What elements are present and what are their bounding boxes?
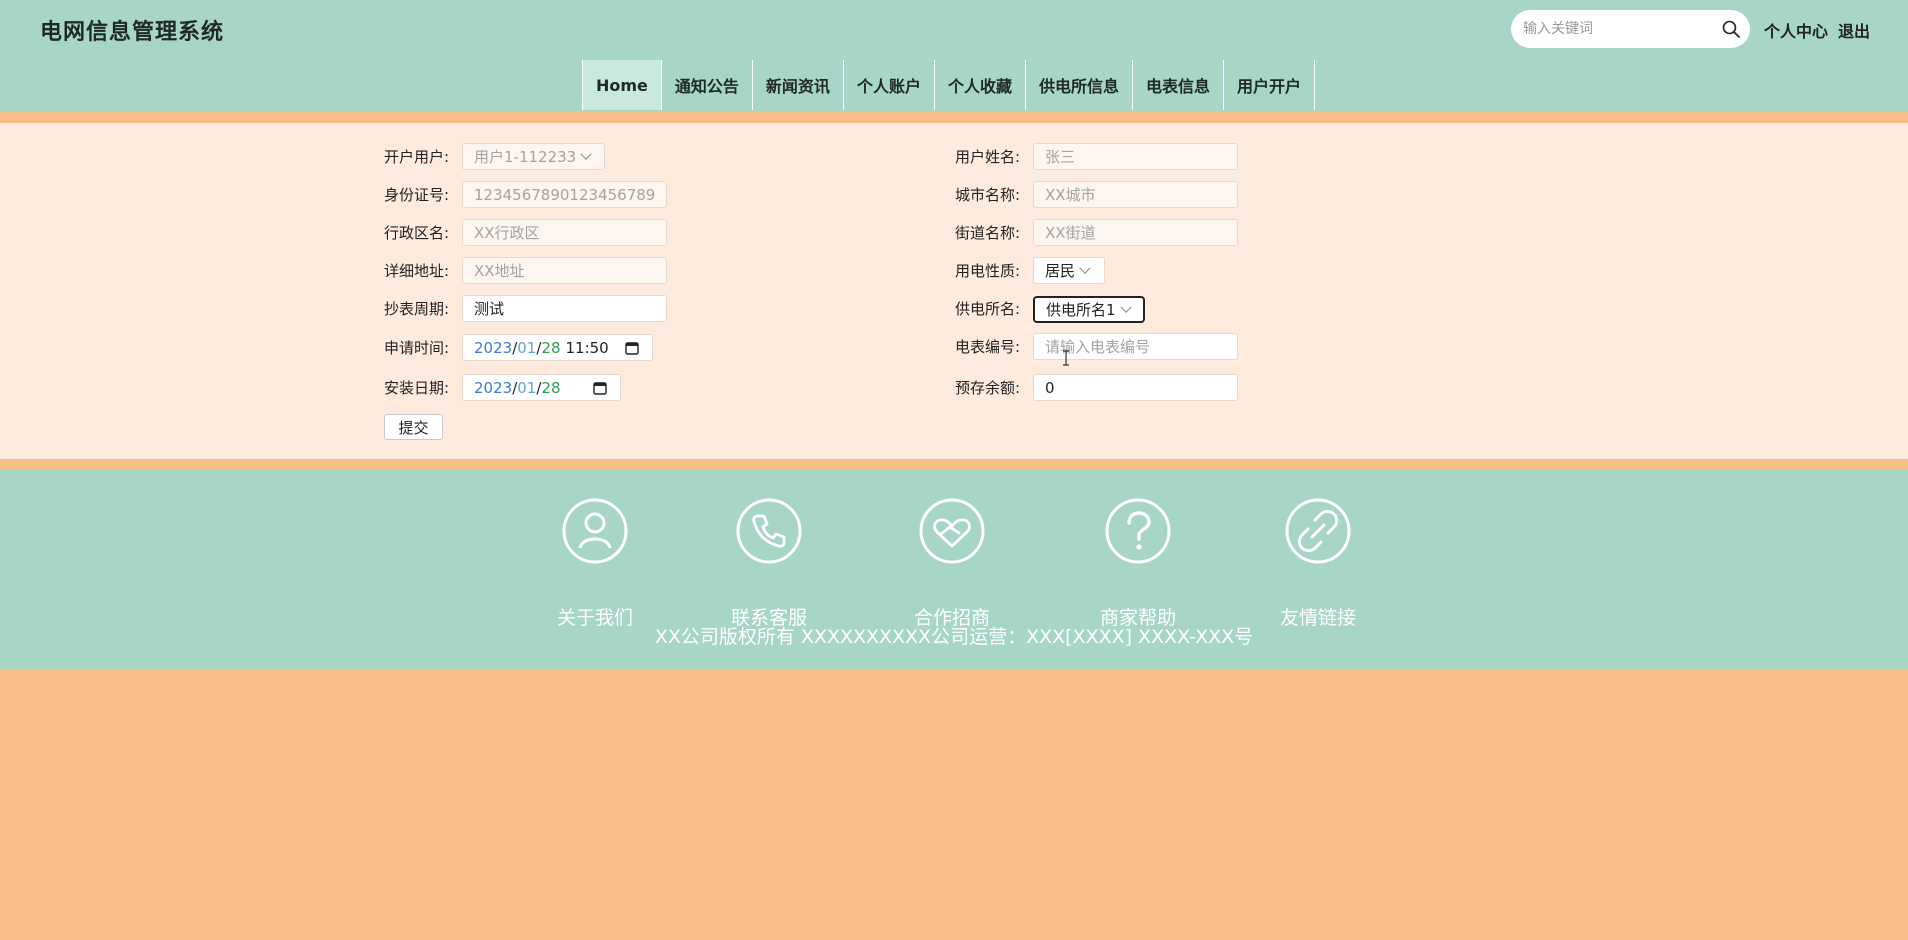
chevron-down-icon: [580, 148, 592, 160]
nav-favorites[interactable]: 个人收藏: [934, 60, 1026, 110]
street-label: 街道名称:: [955, 224, 1021, 242]
open-user-label: 开户用户:: [384, 148, 450, 166]
district-label: 行政区名:: [384, 224, 450, 242]
search-input[interactable]: [1523, 18, 1713, 40]
footer: 关于我们 联系客服 合作招商 商家帮助 友情链接 XX公司版权所有 XXXXXX…: [0, 470, 1908, 669]
user-name-field[interactable]: 张三: [1033, 143, 1238, 170]
city-field[interactable]: XX城市: [1033, 181, 1238, 208]
heart-handshake-icon: [919, 498, 985, 564]
link-icon: [1285, 498, 1351, 564]
address-label: 详细地址:: [384, 262, 450, 280]
nav-account[interactable]: 个人账户: [843, 60, 935, 110]
user-icon: [562, 498, 628, 564]
id-number-label: 身份证号:: [384, 186, 450, 204]
nav-user-account-open[interactable]: 用户开户: [1224, 60, 1316, 110]
calendar-icon[interactable]: [593, 381, 607, 395]
nav-news[interactable]: 新闻资讯: [752, 60, 844, 110]
id-number-field[interactable]: 1234567890123456789: [462, 181, 667, 208]
footer-contact[interactable]: 联系客服: [714, 498, 824, 629]
header: 电网信息管理系统 个人中心 退出 Home 通知公告 新闻资讯 个人账户 个人收…: [0, 0, 1908, 111]
prepaid-field[interactable]: 0: [1033, 374, 1238, 401]
search-icon[interactable]: [1721, 19, 1741, 39]
account-form-section: [0, 123, 1908, 459]
submit-button[interactable]: 提交: [384, 414, 443, 440]
station-select[interactable]: 供电所名1: [1033, 296, 1145, 323]
search-box: [1511, 10, 1750, 48]
copyright-text: XX公司版权所有 XXXXXXXXXX公司运营：XXX[XXXX] XXXX-X…: [654, 626, 1254, 648]
nav-notices[interactable]: 通知公告: [661, 60, 753, 110]
chevron-down-icon: [1079, 262, 1091, 274]
station-label: 供电所名:: [955, 300, 1021, 318]
street-field[interactable]: XX街道: [1033, 219, 1238, 246]
profile-link[interactable]: 个人中心: [1764, 18, 1828, 42]
prepaid-label: 预存余额:: [955, 379, 1021, 397]
question-icon: [1105, 498, 1171, 564]
nav-station-info[interactable]: 供电所信息: [1025, 60, 1133, 110]
site-title: 电网信息管理系统: [40, 20, 225, 45]
reading-cycle-label: 抄表周期:: [384, 300, 450, 318]
apply-time-label: 申请时间:: [384, 339, 450, 357]
city-label: 城市名称:: [955, 186, 1021, 204]
divider-band: [0, 111, 1908, 123]
open-user-select[interactable]: 用户1-112233: [462, 143, 605, 170]
reading-cycle-field[interactable]: 测试: [462, 295, 667, 322]
phone-icon: [736, 498, 802, 564]
footer-links[interactable]: 友情链接: [1263, 498, 1373, 629]
nav-meter-info[interactable]: 电表信息: [1132, 60, 1224, 110]
logout-link[interactable]: 退出: [1838, 18, 1870, 42]
footer-cooperation[interactable]: 合作招商: [897, 498, 1007, 629]
address-field[interactable]: XX地址: [462, 257, 667, 284]
chevron-down-icon: [1119, 301, 1132, 313]
usage-type-select[interactable]: 居民: [1033, 257, 1105, 284]
install-date-input[interactable]: 2023/01/28: [462, 374, 621, 401]
usage-type-label: 用电性质:: [955, 262, 1021, 280]
user-name-label: 用户姓名:: [955, 148, 1021, 166]
install-date-label: 安装日期:: [384, 379, 450, 397]
nav-home[interactable]: Home: [583, 60, 662, 110]
apply-time-input[interactable]: 2023/01/28 11:50: [462, 334, 653, 361]
footer-help[interactable]: 商家帮助: [1083, 498, 1193, 629]
meter-no-label: 电表编号:: [955, 338, 1021, 356]
main-nav: Home 通知公告 新闻资讯 个人账户 个人收藏 供电所信息 电表信息 用户开户: [582, 60, 1316, 110]
divider-band: [0, 459, 1908, 470]
text-cursor-icon: [1063, 350, 1069, 366]
footer-about[interactable]: 关于我们: [540, 498, 650, 629]
district-field[interactable]: XX行政区: [462, 219, 667, 246]
calendar-icon[interactable]: [625, 341, 639, 355]
